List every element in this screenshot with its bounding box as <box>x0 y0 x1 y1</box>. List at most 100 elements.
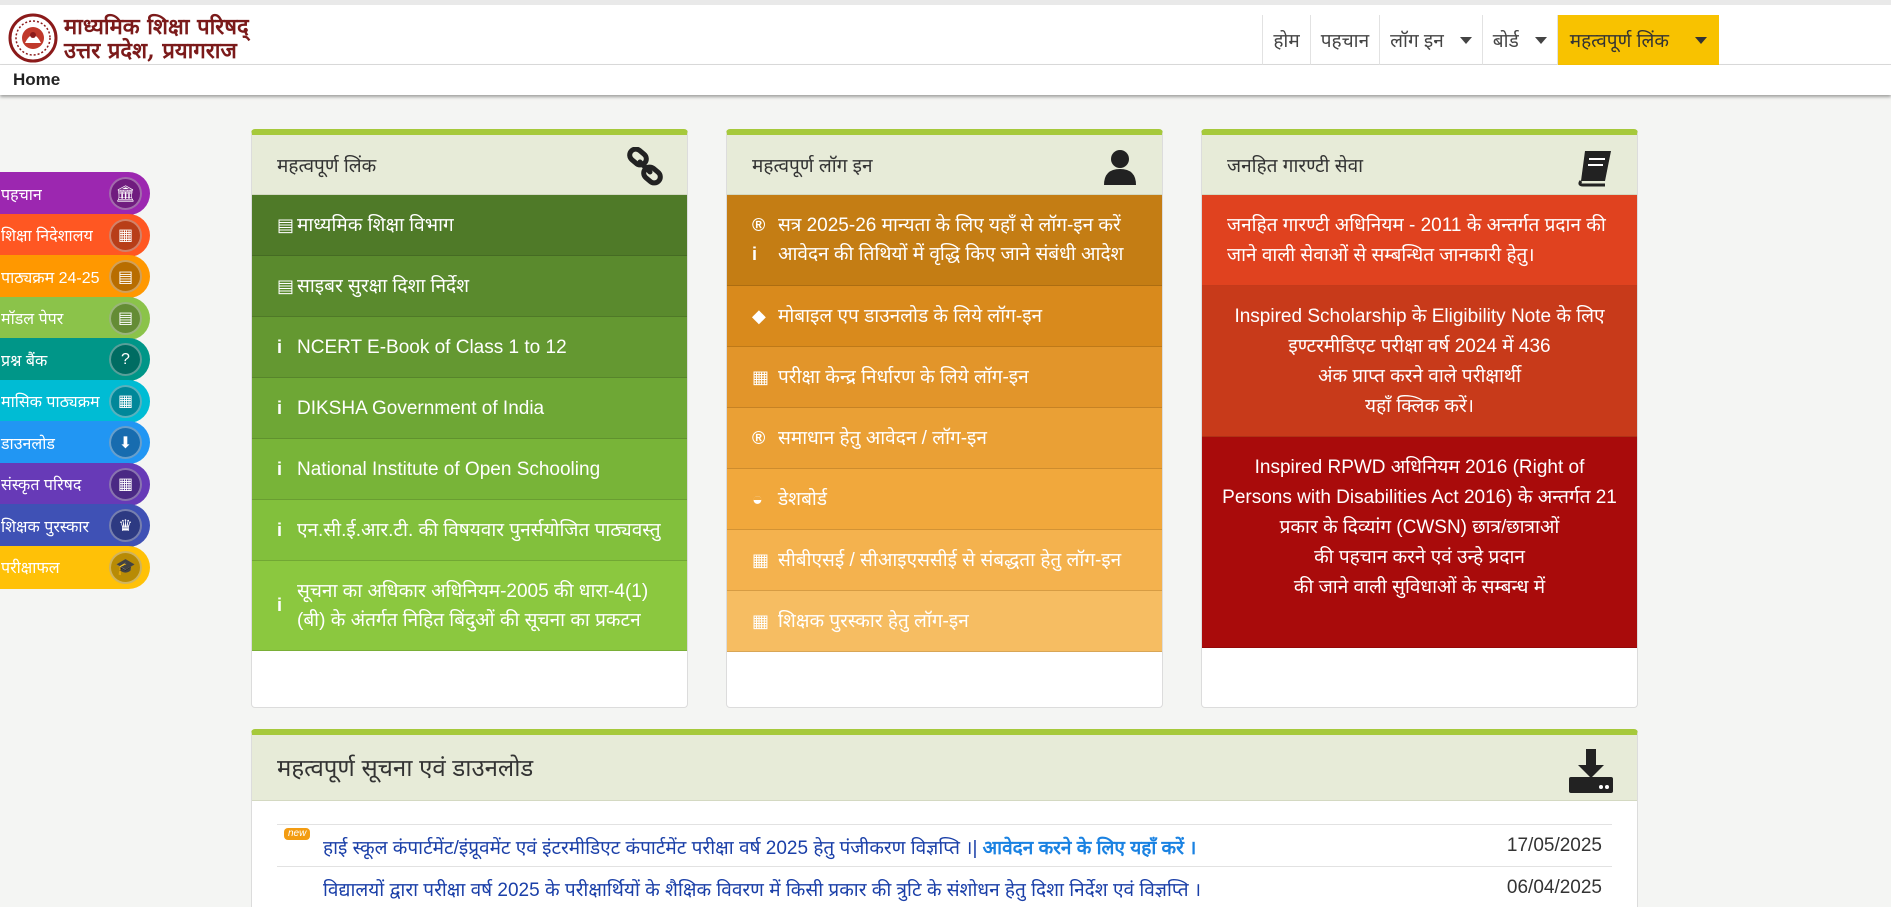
download-icon <box>1569 749 1613 793</box>
login-item-lines: ▦ शिक्षक पुरस्कार हेतु लॉग-इन <box>752 607 969 636</box>
login-line: ® समाधान हेतु आवेदन / लॉग-इन <box>752 424 987 453</box>
sidebar-item-label: शिक्षा निदेशालय <box>1 228 93 245</box>
link-item-0[interactable]: ▤ माध्यमिक शिक्षा विभाग <box>252 195 687 256</box>
login-label: मोबाइल एप डाउनलोड के लिये लॉग-इन <box>778 305 1043 327</box>
sidebar-item-label: पाठ्यक्रम 24-25 <box>1 269 100 287</box>
login-item-lines: ◒ डेशबोर्ड <box>752 485 827 514</box>
link-label: साइबर सुरक्षा दिशा निर्देश <box>297 275 470 297</box>
login-label: परीक्षा केन्द्र निर्धारण के लिये लॉग-इन <box>778 366 1029 388</box>
file-icon: ▤ <box>109 301 142 335</box>
login-item-2[interactable]: ▦ परीक्षा केन्द्र निर्धारण के लिये लॉग-इन <box>727 347 1162 408</box>
apply-link[interactable]: आवेदन करने के लिए यहाँ करें । <box>977 838 1197 859</box>
guarantee-line: यहाँ क्लिक करें। <box>1365 396 1474 417</box>
building-icon: ▦ <box>109 218 142 252</box>
guarantee-line: की पहचान करने एवं उन्हे प्रदान <box>1314 547 1525 568</box>
login-item-1[interactable]: ◆ मोबाइल एप डाउनलोड के लिये लॉग-इन <box>727 286 1162 347</box>
up-board-logo[interactable] <box>8 13 58 63</box>
sidebar-item-0[interactable]: पहचान 🏛 <box>0 172 150 215</box>
bank-icon: 🏛 <box>109 177 142 210</box>
guarantee-line: Persons with Disabilities Act 2016) के अ… <box>1222 487 1617 508</box>
sidebar-item-label: मॉडल पेपर <box>1 311 64 328</box>
login-item-3[interactable]: ® समाधान हेतु आवेदन / लॉग-इन <box>727 408 1162 469</box>
login-label: आवेदन की तिथियों में वृद्धि किए जाने संब… <box>778 244 1124 265</box>
sidebar-item-7[interactable]: संस्कृत परिषद ▦ <box>0 462 150 506</box>
login-line: ◆ मोबाइल एप डाउनलोड के लिये लॉग-इन <box>752 302 1042 331</box>
main-nav: होम पहचान लॉग इन बोर्ड महत्वपूर्ण लिंक <box>1262 15 1719 65</box>
guarantee-item-1[interactable]: Inspired Scholarship के Eligibility Note… <box>1202 286 1637 437</box>
notice-title-text: विद्यालयों द्वारा परीक्षा वर्ष 2025 के प… <box>323 880 1202 901</box>
login-item-6[interactable]: ▦ शिक्षक पुरस्कार हेतु लॉग-इन <box>727 591 1162 652</box>
link-item-1[interactable]: ▤ साइबर सुरक्षा दिशा निर्देश <box>252 256 687 317</box>
file-icon: ▤ <box>277 275 295 296</box>
sidebar-item-9[interactable]: परीक्षाफल 🎓 <box>0 545 150 589</box>
login-item-4[interactable]: ◒ डेशबोर्ड <box>727 469 1162 530</box>
info-icon: i <box>277 519 283 540</box>
notice-row[interactable]: विद्यालयों द्वारा परीक्षा वर्ष 2025 के प… <box>277 866 1612 907</box>
login-line: ® सत्र 2025-26 मान्यता के लिए यहाँ से लॉग… <box>752 211 1123 240</box>
sidebar-item-1[interactable]: शिक्षा निदेशालय ▦ <box>0 213 150 257</box>
android-icon: ◆ <box>752 305 766 326</box>
chevron-down-icon <box>1534 36 1547 44</box>
book-icon: ▤ <box>109 260 142 293</box>
notice-row[interactable]: new हाई स्कूल कंपार्टमेंट/इंप्रूवमेंट एवं… <box>277 824 1612 866</box>
nav-item-0[interactable]: होम <box>1262 15 1309 65</box>
guarantee-line: जनहित गारण्टी अधिनियम - 2011 के अन्तर्गत… <box>1227 215 1606 236</box>
card-title: महत्वपूर्ण लॉग इन <box>752 156 873 177</box>
nav-item-2[interactable]: लॉग इन <box>1379 15 1482 65</box>
notice-text[interactable]: विद्यालयों द्वारा परीक्षा वर्ष 2025 के प… <box>323 876 1201 902</box>
sidebar-item-3[interactable]: मॉडल पेपर ▤ <box>0 296 150 340</box>
guarantee-line: Inspired Scholarship के Eligibility Note… <box>1234 306 1605 327</box>
sidebar-item-5[interactable]: मासिक पाठ्यक्रम ▦ <box>0 379 150 423</box>
link-label: National Institute of Open Schooling <box>297 458 601 480</box>
building-icon: ▦ <box>752 366 770 387</box>
link-label: DIKSHA Government of India <box>297 397 545 419</box>
dashboard-icon: ◒ <box>752 488 763 509</box>
link-icon <box>627 147 663 186</box>
important-links-card: महत्वपूर्ण लिंक ▤ माध्यमिक शिक्षा विभाग ▤ स… <box>251 129 688 708</box>
login-label: शिक्षक पुरस्कार हेतु लॉग-इन <box>778 610 969 632</box>
new-badge: new <box>284 828 311 840</box>
nav-label: महत्वपूर्ण लिंक <box>1569 31 1669 52</box>
brand-line-1: माध्यमिक शिक्षा परिषद् <box>64 14 249 40</box>
brand-name[interactable]: माध्यमिक शिक्षा परिषद् उत्तर प्रदेश, प्र… <box>64 15 249 63</box>
building-icon: ▦ <box>752 610 770 631</box>
guarantee-item-2[interactable]: Inspired RPWD अधिनियम 2016 (Right of Pers… <box>1202 437 1637 648</box>
card-title: महत्वपूर्ण लिंक <box>277 156 377 177</box>
sidebar-item-label: शिक्षक पुरस्कार <box>1 518 90 536</box>
link-item-6[interactable]: i सूचना का अधिकार अधिनियम-2005 की धारा-4(… <box>252 561 687 651</box>
login-label: समाधान हेतु आवेदन / लॉग-इन <box>778 427 987 449</box>
link-item-4[interactable]: i National Institute of Open Schooling <box>252 439 687 500</box>
info-icon: i <box>277 458 283 479</box>
breadcrumb-home[interactable]: Home <box>13 70 60 90</box>
link-item-5[interactable]: i एन.सी.ई.आर.टी. की विषयवार पुनर्सयोजित प… <box>252 500 687 561</box>
guarantee-line: जाने वाली सेवाओं से सम्बन्धित जानकारी हे… <box>1227 245 1535 266</box>
nav-item-4[interactable]: महत्वपूर्ण लिंक <box>1556 15 1719 65</box>
notices-panel: महत्वपूर्ण सूचना एवं डाउनलोड new हाई स्कू… <box>251 729 1638 907</box>
login-line: ▦ शिक्षक पुरस्कार हेतु लॉग-इन <box>752 607 969 636</box>
login-line: ▦ सीबीएसई / सीआइएससीई से संबद्धता हेतु लॉ… <box>752 546 1121 575</box>
link-item-3[interactable]: i DIKSHA Government of India <box>252 378 687 439</box>
login-item-0[interactable]: ® सत्र 2025-26 मान्यता के लिए यहाँ से लॉग… <box>727 195 1162 286</box>
sidebar-item-2[interactable]: पाठ्यक्रम 24-25 ▤ <box>0 255 150 298</box>
guarantee-line: Inspired RPWD अधिनियम 2016 (Right of <box>1254 457 1585 478</box>
notice-text[interactable]: हाई स्कूल कंपार्टमेंट/इंप्रूवमेंट एवं इं… <box>323 834 1196 860</box>
sidebar-item-6[interactable]: डाउनलोड ⬇ <box>0 421 150 464</box>
link-item-2[interactable]: i NCERT E-Book of Class 1 to 12 <box>252 317 687 378</box>
building-icon: ▦ <box>109 467 142 501</box>
guarantee-item-0[interactable]: जनहित गारण्टी अधिनियम - 2011 के अन्तर्गत… <box>1202 195 1637 286</box>
book-icon <box>1578 151 1611 187</box>
sidebar-item-4[interactable]: प्रश्न बैंक? <box>0 338 150 381</box>
sidebar-item-label: परीक्षाफल <box>1 560 60 577</box>
file-icon: ▤ <box>277 214 295 235</box>
login-item-lines: ® सत्र 2025-26 मान्यता के लिए यहाँ से लॉग… <box>752 211 1123 269</box>
guarantee-line: प्रकार के दिव्यांग (CWSN) छात्र/छात्राओं <box>1279 517 1560 538</box>
chevron-down-icon <box>1695 36 1707 44</box>
sidebar-item-label: पहचान <box>1 186 42 204</box>
sidebar-item-8[interactable]: शिक्षक पुरस्कार ♛ <box>0 504 150 547</box>
nav-item-1[interactable]: पहचान <box>1309 15 1379 65</box>
login-label: डेशबोर्ड <box>778 488 828 510</box>
nav-item-3[interactable]: बोर्ड <box>1481 15 1557 65</box>
sidebar-item-label: डाउनलोड <box>1 435 55 453</box>
login-item-5[interactable]: ▦ सीबीएसई / सीआइएससीई से संबद्धता हेतु लॉ… <box>727 530 1162 591</box>
link-label: NCERT E-Book of Class 1 to 12 <box>297 336 567 358</box>
